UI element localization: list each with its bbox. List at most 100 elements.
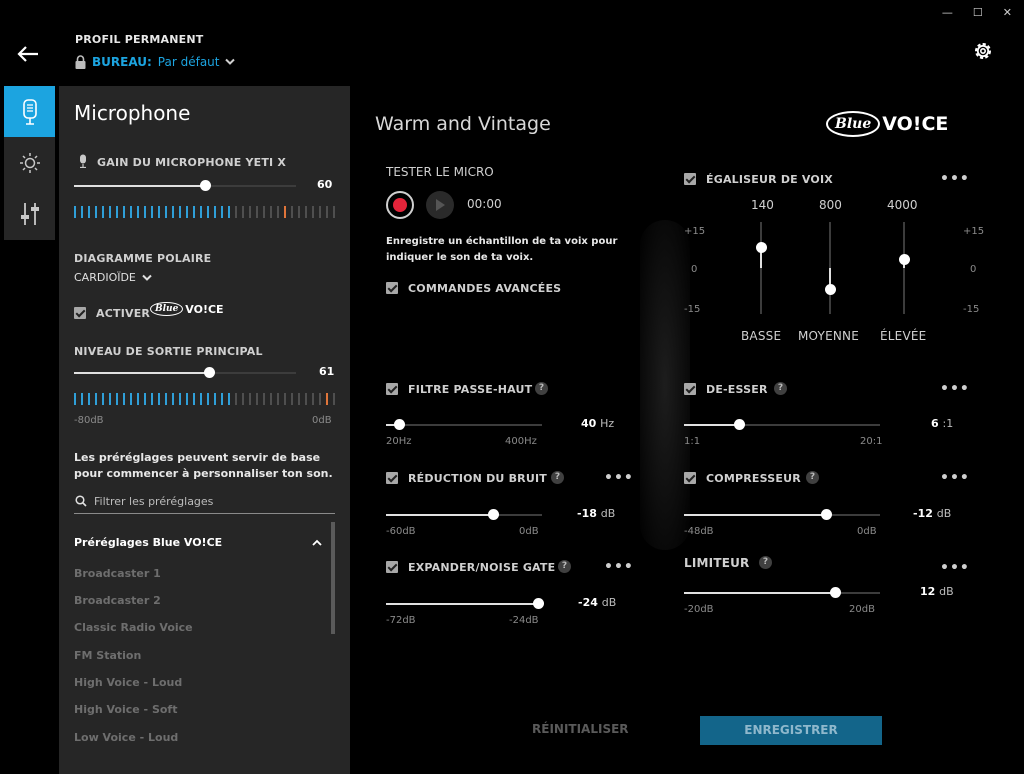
preset-item[interactable]: Low Voice - Loud [74, 731, 178, 744]
meter-bar [109, 393, 111, 405]
filter-presets-input[interactable] [94, 491, 334, 511]
sidebar-item-lighting[interactable] [4, 137, 55, 188]
meter-bar [235, 206, 237, 218]
activate-voice-checkbox[interactable] [74, 307, 86, 319]
blue-voice-logo: Blue VO!CE [826, 111, 948, 137]
compressor-more-button[interactable]: ••• [940, 471, 970, 485]
save-button[interactable]: ENREGISTRER [700, 716, 882, 745]
deesser-help-icon[interactable]: ? [774, 382, 787, 395]
highpass-slider[interactable] [386, 424, 542, 426]
settings-button[interactable] [972, 40, 994, 62]
meter-bar [214, 206, 216, 218]
compressor-slider-handle[interactable] [821, 509, 832, 520]
highpass-slider-handle[interactable] [394, 419, 405, 430]
eq-low-handle[interactable] [756, 242, 767, 253]
preset-item[interactable]: Broadcaster 2 [74, 594, 161, 607]
presets-description: Les préréglages peuvent servir de base p… [74, 451, 333, 480]
expander-more-button[interactable]: ••• [604, 560, 634, 574]
meter-bar [291, 393, 293, 405]
meter-bar [249, 393, 251, 405]
limiter-slider[interactable] [684, 592, 880, 594]
presets-header[interactable]: Préréglages Blue VO!CE [74, 536, 322, 549]
back-button[interactable] [16, 44, 40, 64]
output-level-meter [74, 393, 335, 405]
meter-bar [172, 393, 174, 405]
minimize-button[interactable]: — [942, 6, 953, 19]
noise-reduction-more-button[interactable]: ••• [604, 471, 634, 485]
limiter-slider-handle[interactable] [830, 587, 841, 598]
voice-logo-text: VO!CE [882, 113, 949, 135]
meter-bar [151, 393, 153, 405]
noise-reduction-checkbox[interactable] [386, 472, 398, 484]
meter-bar [270, 206, 272, 218]
eq-mid-handle[interactable] [825, 284, 836, 295]
gain-slider[interactable] [74, 185, 296, 187]
equalizer-more-button[interactable]: ••• [940, 172, 970, 186]
expander-slider-handle[interactable] [533, 598, 544, 609]
meter-bar [130, 393, 132, 405]
meter-bar [319, 393, 321, 405]
compressor-help-icon[interactable]: ? [806, 471, 819, 484]
meter-bar [179, 393, 181, 405]
deesser-checkbox[interactable] [684, 383, 696, 395]
highpass-help-icon[interactable]: ? [535, 382, 548, 395]
deesser-slider[interactable] [684, 424, 880, 426]
presets-scrollbar[interactable] [331, 522, 335, 634]
highpass-value: 40 Hz [581, 417, 615, 430]
expander-slider[interactable] [386, 603, 540, 605]
output-level-slider-handle[interactable] [204, 367, 215, 378]
microphone-small-icon [80, 154, 86, 168]
polar-pattern-dropdown[interactable]: CARDIOÏDE [74, 271, 152, 284]
meter-bar [221, 206, 223, 218]
maximize-button[interactable]: ☐ [973, 6, 983, 19]
deesser-more-button[interactable]: ••• [940, 382, 970, 396]
deesser-slider-handle[interactable] [734, 419, 745, 430]
output-level-slider[interactable] [74, 372, 296, 374]
gain-value: 60 [317, 178, 333, 191]
preset-item[interactable]: FM Station [74, 649, 141, 662]
equalizer-checkbox[interactable] [684, 173, 696, 185]
close-button[interactable]: ✕ [1003, 6, 1012, 19]
noise-reduction-slider[interactable] [386, 514, 542, 516]
noise-reduction-help-icon[interactable]: ? [551, 471, 564, 484]
eq-high-handle[interactable] [899, 254, 910, 265]
eq-high-slider[interactable] [903, 222, 905, 314]
noise-reduction-slider-handle[interactable] [488, 509, 499, 520]
compressor-max: 0dB [857, 526, 877, 537]
limiter-more-button[interactable]: ••• [940, 561, 970, 575]
highpass-checkbox[interactable] [386, 383, 398, 395]
advanced-controls-checkbox[interactable] [386, 282, 398, 294]
chevron-up-icon [312, 539, 322, 546]
expander-min: -72dB [386, 615, 416, 626]
limiter-value: 12 dB [920, 585, 954, 598]
microphone-icon [22, 98, 37, 125]
meter-bar [102, 393, 104, 405]
highpass-max: 400Hz [505, 436, 537, 447]
eq-low-slider[interactable] [760, 222, 762, 314]
brightness-icon [19, 152, 40, 173]
sidebar-item-microphone[interactable] [4, 86, 55, 137]
eq-band-high: ÉLEVÉE [880, 329, 927, 343]
gain-slider-handle[interactable] [200, 180, 211, 191]
chevron-down-icon [225, 58, 236, 65]
play-button[interactable] [426, 191, 454, 219]
deesser-value: 6 :1 [931, 417, 954, 430]
record-button[interactable] [386, 191, 414, 219]
limiter-help-icon[interactable]: ? [759, 556, 772, 569]
expander-help-icon[interactable]: ? [558, 560, 571, 573]
meter-bar [200, 206, 202, 218]
highpass-label: FILTRE PASSE-HAUT [408, 383, 533, 396]
meter-bar [270, 393, 272, 405]
compressor-slider[interactable] [684, 514, 880, 516]
preset-item[interactable]: High Voice - Loud [74, 676, 182, 689]
profile-selector[interactable]: BUREAU: Par défaut [75, 55, 236, 69]
preset-item[interactable]: Broadcaster 1 [74, 567, 161, 580]
expander-checkbox[interactable] [386, 561, 398, 573]
preset-item[interactable]: Classic Radio Voice [74, 621, 193, 634]
highpass-min: 20Hz [386, 436, 412, 447]
meter-bar [74, 206, 76, 218]
compressor-checkbox[interactable] [684, 472, 696, 484]
preset-item[interactable]: High Voice - Soft [74, 703, 177, 716]
sidebar-item-mixer[interactable] [4, 188, 55, 240]
reset-button[interactable]: RÉINITIALISER [532, 722, 629, 736]
